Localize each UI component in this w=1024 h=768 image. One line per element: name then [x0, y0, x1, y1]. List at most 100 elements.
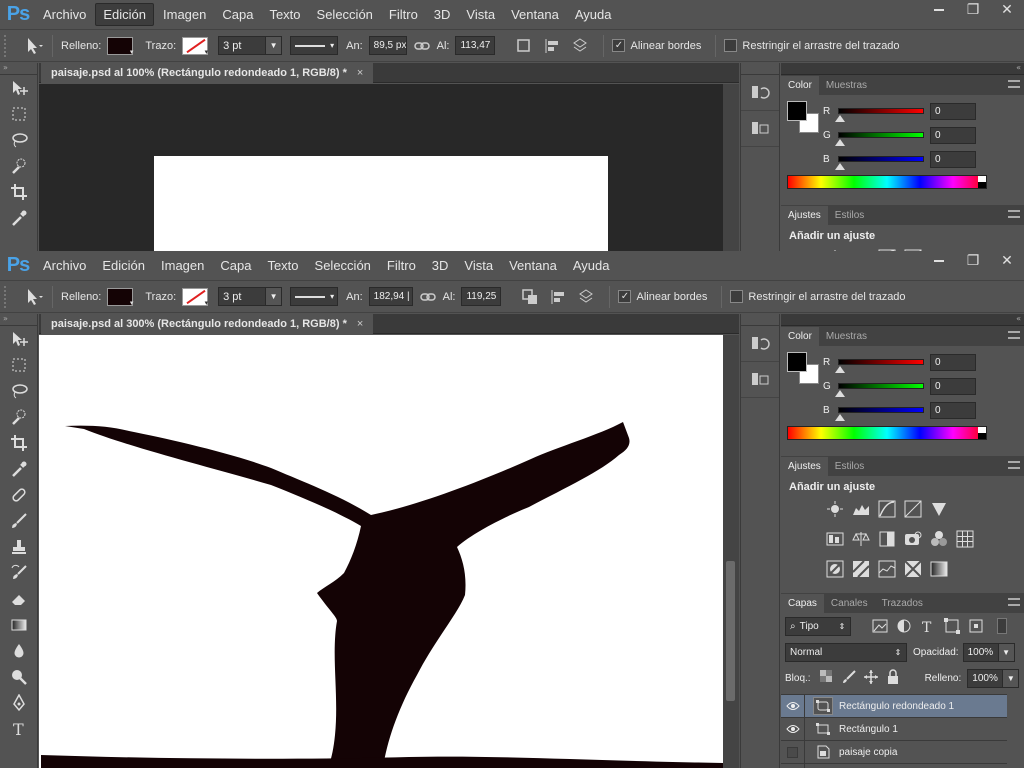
tab-paths[interactable]: Trazados: [875, 594, 930, 613]
type-tool-icon[interactable]: T: [0, 716, 38, 742]
tools-collapse-icon[interactable]: »: [0, 63, 37, 75]
posterize-icon[interactable]: [851, 559, 871, 579]
lasso-tool-icon[interactable]: [0, 378, 38, 404]
quick-selection-tool-icon[interactable]: [0, 404, 38, 430]
panel-collapse-icon[interactable]: «: [781, 63, 1024, 75]
tab-color[interactable]: Color: [781, 76, 819, 95]
opacity-field[interactable]: 100% ▼: [962, 642, 1015, 662]
marquee-tool-icon[interactable]: [0, 352, 38, 378]
path-operations-icon[interactable]: [521, 288, 539, 306]
fill-color-swatch[interactable]: ▾: [107, 287, 134, 307]
channel-mixer-icon[interactable]: [929, 529, 949, 549]
brightness-contrast-icon[interactable]: [825, 499, 845, 519]
marquee-tool-icon[interactable]: [0, 101, 38, 127]
history-brush-tool-icon[interactable]: [0, 560, 38, 586]
crop-tool-icon[interactable]: [0, 179, 38, 205]
vertical-scrollbar[interactable]: [723, 335, 739, 768]
width-field[interactable]: 182,94 |: [368, 287, 413, 306]
link-icon[interactable]: [413, 37, 431, 55]
tab-swatches[interactable]: Muestras: [819, 327, 874, 346]
shape-layer-filter-icon[interactable]: [943, 617, 961, 635]
menu-texto[interactable]: Texto: [262, 4, 307, 25]
minimize-button[interactable]: [922, 251, 956, 271]
panel-menu-icon[interactable]: [1008, 210, 1020, 218]
eyedropper-tool-icon[interactable]: [0, 205, 38, 231]
lock-all-icon[interactable]: [885, 669, 903, 687]
blend-mode-dropdown[interactable]: Normal ⇕: [785, 642, 907, 662]
threshold-icon[interactable]: [877, 559, 897, 579]
invert-icon[interactable]: [825, 559, 845, 579]
vibrance-icon[interactable]: [929, 499, 949, 519]
align-edges-checkbox[interactable]: ✓: [612, 39, 626, 52]
fill-field[interactable]: 100% ▼: [967, 668, 1020, 688]
path-selection-tool-icon[interactable]: [22, 35, 44, 57]
stroke-color-swatch[interactable]: ▾: [182, 287, 209, 307]
green-value-field[interactable]: 0: [930, 126, 976, 144]
pen-tool-icon[interactable]: [0, 690, 38, 716]
blur-tool-icon[interactable]: [0, 638, 38, 664]
green-slider[interactable]: [835, 132, 924, 146]
menu-capa[interactable]: Capa: [213, 255, 258, 276]
red-value-field[interactable]: 0: [930, 102, 976, 120]
menu-3d[interactable]: 3D: [427, 4, 458, 25]
red-slider[interactable]: [835, 359, 924, 373]
panel-menu-icon[interactable]: [1008, 598, 1020, 606]
constrain-path-checkbox[interactable]: [730, 290, 744, 303]
properties-panel-icon[interactable]: [741, 362, 779, 398]
close-tab-icon[interactable]: ×: [357, 318, 363, 330]
visibility-toggle[interactable]: [781, 741, 805, 763]
menu-vista[interactable]: Vista: [457, 255, 500, 276]
constrain-path-checkbox[interactable]: [724, 39, 738, 52]
panel-menu-icon[interactable]: [1008, 331, 1020, 339]
stroke-size-field[interactable]: 3 pt ▼: [218, 287, 283, 306]
lasso-tool-icon[interactable]: [0, 127, 38, 153]
blue-value-field[interactable]: 0: [930, 150, 976, 168]
stroke-color-swatch[interactable]: ▾: [182, 36, 209, 56]
layer-row[interactable]: paisaje: [781, 764, 1007, 768]
stroke-type-dropdown[interactable]: ▾: [290, 287, 339, 306]
menu-ayuda[interactable]: Ayuda: [566, 255, 617, 276]
minimize-button[interactable]: [922, 0, 956, 20]
document-tab[interactable]: paisaje.psd al 100% (Rectángulo redondea…: [41, 63, 374, 83]
quick-selection-tool-icon[interactable]: [0, 153, 38, 179]
path-alignment-icon[interactable]: [549, 288, 567, 306]
move-tool-icon[interactable]: [0, 75, 38, 101]
chevron-down-icon[interactable]: ▼: [1002, 669, 1019, 687]
tab-layers[interactable]: Capas: [781, 594, 824, 613]
menu-edicion[interactable]: Edición: [95, 2, 154, 26]
color-spectrum-ramp[interactable]: [787, 175, 987, 189]
clone-stamp-tool-icon[interactable]: [0, 534, 38, 560]
panel-collapse-icon[interactable]: «: [781, 314, 1024, 326]
dodge-tool-icon[interactable]: [0, 664, 38, 690]
menu-edicion[interactable]: Edición: [95, 255, 152, 276]
width-field[interactable]: 89,5 px: [368, 36, 407, 55]
tab-styles[interactable]: Estilos: [828, 206, 871, 225]
close-button[interactable]: ✕: [990, 251, 1024, 271]
canvas-area[interactable]: [39, 335, 723, 768]
chevron-down-icon[interactable]: ▼: [997, 643, 1014, 661]
path-selection-tool-icon[interactable]: [22, 286, 44, 308]
hue-saturation-icon[interactable]: [825, 529, 845, 549]
height-field[interactable]: 113,47 |: [455, 36, 496, 55]
scrollbar-thumb[interactable]: [726, 561, 735, 701]
tools-collapse-icon[interactable]: »: [0, 314, 37, 326]
fill-color-swatch[interactable]: ▾: [107, 36, 134, 56]
link-icon[interactable]: [419, 288, 437, 306]
exposure-icon[interactable]: [903, 499, 923, 519]
brush-tool-icon[interactable]: [0, 508, 38, 534]
layer-row[interactable]: Rectángulo 1: [781, 718, 1007, 741]
adjustment-layer-filter-icon[interactable]: [895, 617, 913, 635]
levels-icon[interactable]: [851, 499, 871, 519]
menu-filtro[interactable]: Filtro: [382, 4, 425, 25]
gradient-map-icon[interactable]: [929, 559, 949, 579]
dock-collapse-icon[interactable]: [741, 314, 779, 326]
tab-channels[interactable]: Canales: [824, 594, 875, 613]
blue-slider[interactable]: [835, 407, 924, 421]
color-lookup-icon[interactable]: [955, 529, 975, 549]
close-button[interactable]: ✕: [990, 0, 1024, 20]
crop-tool-icon[interactable]: [0, 430, 38, 456]
path-arrangement-icon[interactable]: [577, 288, 595, 306]
menu-3d[interactable]: 3D: [425, 255, 456, 276]
black-white-icon[interactable]: [877, 529, 897, 549]
menu-ventana[interactable]: Ventana: [502, 255, 564, 276]
